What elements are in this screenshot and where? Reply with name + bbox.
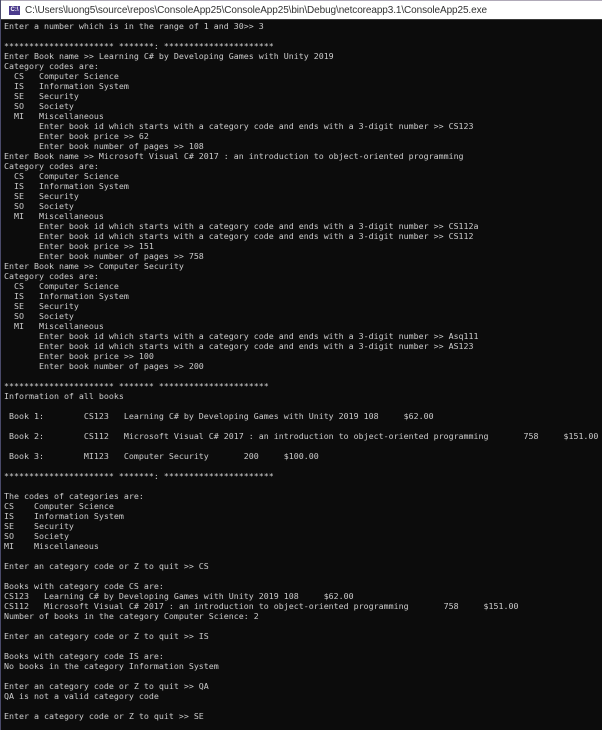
console-line: Information of all books <box>4 391 124 401</box>
console-line: Enter Book name >> Microsoft Visual C# 2… <box>4 151 464 161</box>
console-line: SE Security <box>4 301 79 311</box>
console-line: Enter book id which starts with a catego… <box>4 341 474 351</box>
console-line: Enter book id which starts with a catego… <box>4 221 479 231</box>
console-line: SE Security <box>4 521 74 531</box>
console-line: Category codes are: <box>4 271 99 281</box>
console-line: Enter an category code or Z to quit >> I… <box>4 631 209 641</box>
console-line: Number of books in the category Computer… <box>4 611 259 621</box>
title-bar[interactable]: C:\ C:\Users\luong5\source\repos\Console… <box>1 0 602 20</box>
console-line: CS Computer Science <box>4 501 114 511</box>
console-line: Enter a number which is in the range of … <box>4 21 264 31</box>
console-output[interactable]: Enter a number which is in the range of … <box>2 20 602 730</box>
console-line: SE Security <box>4 191 79 201</box>
console-line: MI Miscellaneous <box>4 211 104 221</box>
console-line: Enter book number of pages >> 758 <box>4 251 204 261</box>
console-line: Books with category code CS are: <box>4 581 164 591</box>
console-line: No books in the category Information Sys… <box>4 661 219 671</box>
console-line: Enter a category code or Z to quit >> SE <box>4 711 204 721</box>
console-line: SO Society <box>4 531 69 541</box>
console-line: Enter book price >> 151 <box>4 241 154 251</box>
console-line: MI Miscellaneous <box>4 541 99 551</box>
console-line: The codes of categories are: <box>4 491 144 501</box>
console-line: ********************** *******: ********… <box>4 41 274 51</box>
console-window: C:\ C:\Users\luong5\source\repos\Console… <box>0 0 602 730</box>
console-app-icon: C:\ <box>9 5 20 15</box>
window-title: C:\Users\luong5\source\repos\ConsoleApp2… <box>25 4 487 16</box>
console-line: Enter book id which starts with a catego… <box>4 121 474 131</box>
console-line: CS123 Learning C# by Developing Games wi… <box>4 591 354 601</box>
console-line: SO Society <box>4 311 74 321</box>
console-line: Book 2: CS112 Microsoft Visual C# 2017 :… <box>4 431 599 441</box>
console-line: CS Computer Science <box>4 281 119 291</box>
console-line: Enter book number of pages >> 108 <box>4 141 204 151</box>
console-line: IS Information System <box>4 291 129 301</box>
console-line: MI Miscellaneous <box>4 321 104 331</box>
console-line: Enter book price >> 62 <box>4 131 149 141</box>
console-line: SE Security <box>4 91 79 101</box>
console-line: Books with category code IS are: <box>4 651 164 661</box>
console-line: Enter book id which starts with a catego… <box>4 331 479 341</box>
console-line: IS Information System <box>4 511 124 521</box>
console-line: Enter Book name >> Computer Security <box>4 261 184 271</box>
console-line: Enter an category code or Z to quit >> Q… <box>4 681 209 691</box>
console-line: IS Information System <box>4 81 129 91</box>
console-line: Enter book number of pages >> 200 <box>4 361 204 371</box>
console-line: Category codes are: <box>4 161 99 171</box>
console-line: Enter book price >> 100 <box>4 351 154 361</box>
console-line: CS Computer Science <box>4 71 119 81</box>
console-line: CS Computer Science <box>4 171 119 181</box>
console-line: IS Information System <box>4 181 129 191</box>
console-line: QA is not a valid category code <box>4 691 159 701</box>
console-line: Category codes are: <box>4 61 99 71</box>
console-line: Book 3: MI123 Computer Security 200 $100… <box>4 451 319 461</box>
console-line: Enter Book name >> Learning C# by Develo… <box>4 51 334 61</box>
console-line: CS112 Microsoft Visual C# 2017 : an intr… <box>4 601 519 611</box>
console-line: Book 1: CS123 Learning C# by Developing … <box>4 411 434 421</box>
console-line: SO Society <box>4 101 74 111</box>
console-line: SO Society <box>4 201 74 211</box>
console-line: ********************** ******* *********… <box>4 381 269 391</box>
console-line: MI Miscellaneous <box>4 111 104 121</box>
console-line: Enter an category code or Z to quit >> C… <box>4 561 209 571</box>
console-line: ********************** *******: ********… <box>4 471 274 481</box>
console-line: Enter book id which starts with a catego… <box>4 231 474 241</box>
